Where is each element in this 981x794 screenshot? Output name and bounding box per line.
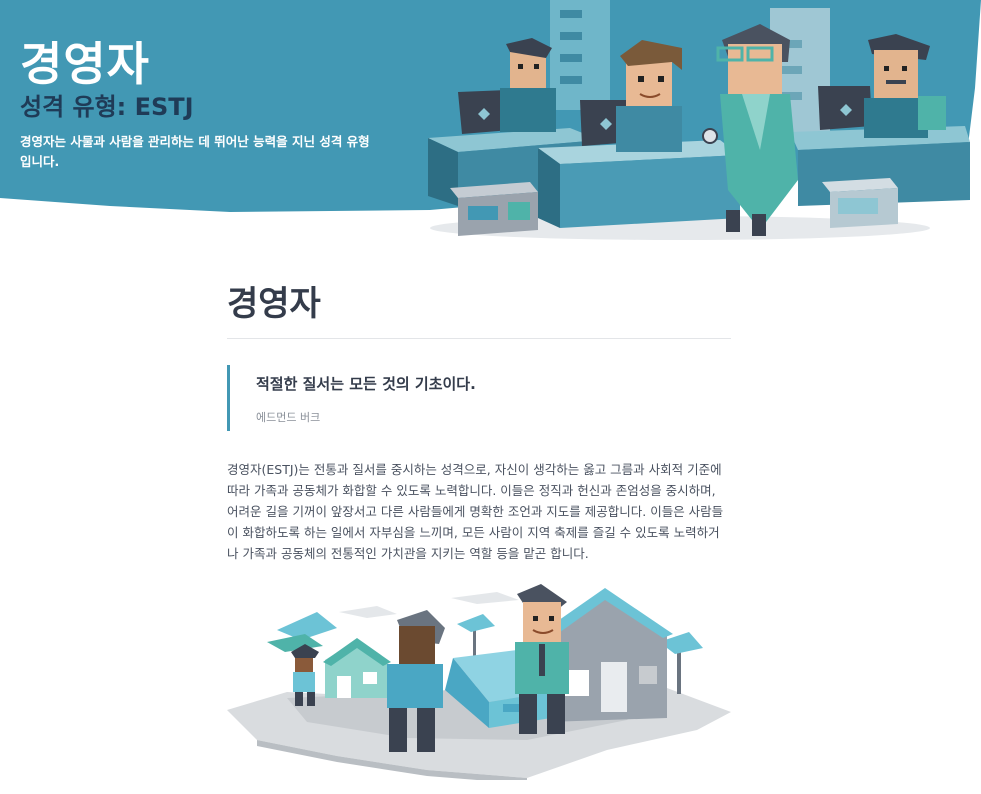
personality-type-subtitle: 성격 유형: ESTJ <box>20 93 194 121</box>
hero-text: 경영자 성격 유형: ESTJ 경영자는 사물과 사람을 관리하는 데 뛰어난 … <box>20 38 380 172</box>
office-workers-illustration <box>428 0 970 240</box>
hero-banner: 경영자 성격 유형: ESTJ 경영자는 사물과 사람을 관리하는 데 뛰어난 … <box>0 0 981 245</box>
hero-description: 경영자는 사물과 사람을 관리하는 데 뛰어난 능력을 지닌 성격 유형입니다. <box>20 134 370 169</box>
page-title: 경영자 <box>20 37 150 91</box>
quote-text: 적절한 질서는 모든 것의 기초이다. <box>256 375 476 393</box>
intro-paragraph: 경영자(ESTJ)는 전통과 질서를 중시하는 성격으로, 자신이 생각하는 옳… <box>227 462 724 561</box>
neighborhood-moving-illustration <box>227 584 731 780</box>
article-title: 경영자 <box>227 284 321 324</box>
article: 경영자 적절한 질서는 모든 것의 기초이다. 에드먼드 버크 경영자(ESTJ… <box>227 270 731 564</box>
quote-block: 적절한 질서는 모든 것의 기초이다. 에드먼드 버크 <box>227 365 731 431</box>
title-divider <box>227 338 731 339</box>
quote-author: 에드먼드 버크 <box>256 411 321 424</box>
